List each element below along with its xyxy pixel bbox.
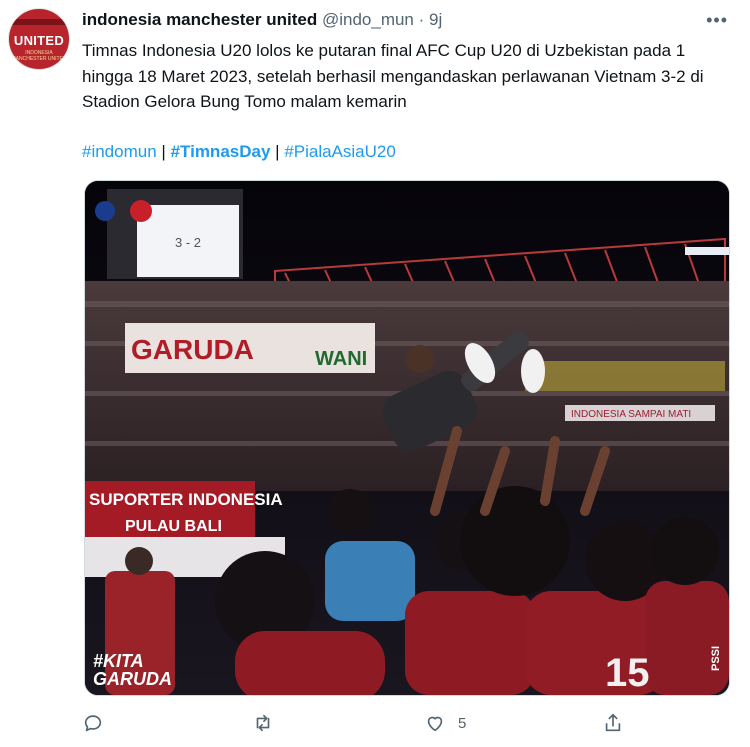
svg-text:SUPORTER INDONESIA: SUPORTER INDONESIA [89,490,283,509]
tweet-actions: 5 [82,712,642,738]
heart-icon [427,716,443,732]
svg-text:GARUDA: GARUDA [93,669,172,689]
scoreboard: 3 - 2 [107,189,243,279]
handle[interactable]: @indo_mun [322,10,414,29]
more-options-icon[interactable]: ••• [706,10,728,31]
like-count: 5 [458,714,467,732]
jersey-number: 15 [605,651,650,695]
tweet-photo[interactable]: 3 - 2 GARUDA WANI INDONESIA SAMPAI MATI … [84,180,730,696]
svg-text:#KITA: #KITA [93,651,144,671]
hashtag-separator: | [161,142,166,161]
avatar[interactable]: UNITED INDONESIA MANCHESTER UNITED [8,8,70,70]
tweet-header: indonesia manchester united @indo_mun · … [82,10,730,32]
share-button[interactable] [602,712,624,734]
reply-button[interactable] [82,712,104,734]
meta-separator: · [418,10,425,29]
avatar-crest-band [9,19,69,25]
avatar-brand-text: UNITED [13,33,65,48]
reply-icon [84,715,102,732]
pssi-side-mark: PSSI [710,646,722,671]
svg-text:GARUDA: GARUDA [131,334,254,365]
tweet-text: Timnas Indonesia U20 lolos ke putaran fi… [82,41,704,111]
celebration-photo: 3 - 2 GARUDA WANI INDONESIA SAMPAI MATI … [85,181,729,695]
svg-text:WANI: WANI [315,348,367,370]
floodlight [685,247,729,255]
timestamp[interactable]: 9j [429,10,442,29]
retweet-button[interactable] [252,712,274,734]
retweet-icon [256,714,270,732]
hashtag-pialaasiau20[interactable]: #PialaAsiaU20 [284,142,396,161]
pssi-logo-icon [95,201,115,221]
garuda-emblem-icon [130,200,152,222]
share-icon [605,713,621,732]
svg-text:PULAU BALI: PULAU BALI [125,518,222,535]
display-name[interactable]: indonesia manchester united [82,10,317,29]
banner-garuda: GARUDA WANI [125,323,375,373]
svg-text:INDONESIA SAMPAI MATI: INDONESIA SAMPAI MATI [571,409,691,420]
banner-right: INDONESIA SAMPAI MATI [565,405,715,421]
like-button[interactable]: 5 [424,712,466,734]
hashtag-timnasday[interactable]: #TimnasDay [171,142,271,161]
banner-suporter: SUPORTER INDONESIA PULAU BALI [85,481,283,541]
scoreboard-score: 3 - 2 [175,235,201,250]
hashtag-separator: | [275,142,280,161]
hashtag-indomun[interactable]: #indomun [82,142,157,161]
hashtag-line: #indomun | #TimnasDay | #PialaAsiaU20 [82,139,396,164]
avatar-brand-subtext: INDONESIA MANCHESTER UNITED [11,50,67,62]
